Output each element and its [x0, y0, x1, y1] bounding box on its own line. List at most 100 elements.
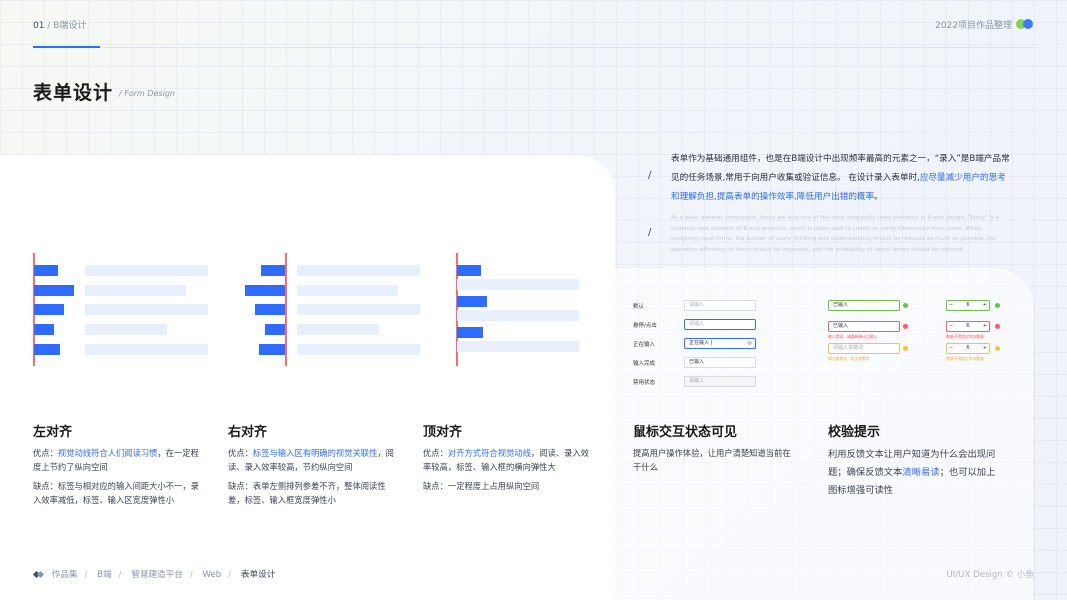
crumb-item[interactable]: B端 — [97, 570, 112, 580]
validate-input-error[interactable]: 已输入 — [828, 321, 900, 332]
demo-input — [297, 285, 398, 296]
state-input-disabled: 请输入 — [684, 376, 756, 387]
error-circle-icon — [995, 324, 1000, 329]
left-align-pros: 优点：视觉动线符合人们阅读习惯，在一定程度上节约了纵向空间 — [33, 446, 201, 474]
blue-dot-icon — [1023, 19, 1033, 29]
demo-label — [34, 304, 64, 315]
warning-circle-icon — [995, 346, 1000, 351]
demo-input — [457, 279, 579, 290]
diamond-logo-icon — [33, 571, 45, 579]
page-subtitle: / Form Design — [119, 89, 175, 98]
states-title: 鼠标交互状态可见 — [633, 425, 738, 440]
state-label: 正在输入 — [633, 342, 656, 348]
crumb-item[interactable]: 作品集 — [52, 570, 78, 580]
validate-input-success[interactable]: 已输入 — [828, 300, 900, 311]
demo-input — [85, 285, 186, 296]
section-underline — [33, 46, 100, 48]
right-align-title: 右对齐 — [228, 425, 268, 440]
demo-label — [265, 324, 285, 335]
demo-label — [245, 285, 285, 296]
demo-input — [85, 324, 167, 335]
warning-message: 数量不得超过库存数量 — [946, 356, 984, 361]
intro-slash-1: / — [648, 170, 652, 181]
demo-label — [34, 285, 74, 296]
pros-prefix: 优点： — [423, 448, 448, 458]
stepper-warning[interactable]: − 6 + — [946, 343, 990, 354]
close-circle-icon[interactable]: ⊗ — [747, 339, 752, 348]
top-align-pros: 优点：对齐方式符合视觉动线，阅读、录入效率较高，标签、输入框的横向弹性大 — [423, 446, 591, 474]
demo-label — [261, 265, 285, 276]
stepper-success[interactable]: − 6 + — [946, 300, 990, 311]
demo-label — [255, 304, 285, 315]
warning-message: 请注意格式，仅支持数字 — [828, 356, 870, 361]
crumb-separator: / — [118, 570, 122, 580]
top-align-cons: 缺点：一定程度上占用纵向空间 — [423, 481, 540, 491]
section-number: 01 — [33, 21, 45, 31]
plus-icon[interactable]: + — [983, 322, 987, 331]
state-input-default[interactable]: 请输入 — [684, 300, 756, 311]
page-title: 表单设计 — [33, 82, 114, 104]
demo-label — [259, 344, 285, 355]
crumb-separator: / — [189, 570, 193, 580]
state-input-done[interactable]: 已输入 — [684, 357, 756, 368]
section-crumb: 01 / B端设计 — [33, 18, 86, 31]
project-title: 2022项目作品整理 — [935, 21, 1012, 31]
state-label: 默认 — [633, 304, 645, 310]
top-align-demo — [456, 253, 632, 366]
pros-highlight: 视觉动线符合人们阅读习惯 — [57, 448, 158, 458]
plus-icon[interactable]: + — [983, 344, 987, 353]
demo-input — [85, 344, 208, 355]
stepper-error[interactable]: − 6 + — [946, 321, 990, 332]
crumb-item[interactable]: Web — [203, 570, 222, 580]
left-align-demo — [33, 253, 209, 366]
intro-cn: 表单作为基础通用组件，也是在B端设计中出现频率最高的元素之一，“录入”是B端产品… — [671, 150, 1011, 207]
state-input-typing[interactable]: 正在输入 | ⊗ — [684, 338, 756, 349]
footer-breadcrumb: 作品集 / B端 / 智慧建造平台 / Web / 表单设计 — [33, 568, 276, 580]
intro-slash-2: / — [648, 227, 652, 238]
top-bar: 01 / B端设计 2022项目作品整理 — [33, 0, 1034, 48]
validate-input-warning[interactable]: 请输入关键词 — [828, 343, 900, 354]
align-guide-line — [285, 253, 287, 366]
error-message: 输入错误，请重新确认后输入 — [828, 334, 878, 339]
right-align-pros: 优点：标签与输入区有明确的视觉关联性，阅读、录入效率较高，节约纵向空间 — [228, 446, 396, 474]
demo-label — [457, 265, 481, 276]
demo-input — [297, 304, 420, 315]
pros-highlight: 对齐方式符合视觉动线 — [447, 448, 531, 458]
state-label: 输入完成 — [633, 361, 656, 367]
right-align-cons: 缺点：表单左侧排列参差不齐，整体阅读性差，标签、输入框宽度弹性小 — [228, 481, 386, 505]
section-name: B端设计 — [53, 21, 87, 31]
left-align-cons: 缺点：标签与相对应的输入间距大小不一，录入效率减低，标签、输入区宽度弹性小 — [33, 481, 199, 505]
demo-label — [34, 324, 54, 335]
crumb-separator: / — [84, 570, 88, 580]
demo-label — [34, 344, 60, 355]
copyright: UI/UX Design © 小鱼 — [946, 570, 1034, 580]
validate-text-highlight: 清晰易读 — [902, 467, 940, 478]
state-input-hover[interactable]: 请输入 — [684, 319, 756, 330]
crumb-separator: / — [228, 570, 232, 580]
error-message: 数量不得超过库存数量 — [946, 334, 984, 339]
demo-input — [85, 304, 208, 315]
right-align-demo — [245, 253, 421, 366]
top-align-title: 顶对齐 — [423, 425, 463, 440]
demo-label — [457, 296, 487, 307]
crumb-current: 表单设计 — [240, 570, 276, 580]
validate-text: 利用反馈文本让用户知道为什么会出现问题；确保反馈文本清晰易读；也可以加上图标增强… — [828, 446, 998, 500]
demo-input — [457, 310, 579, 321]
demo-label — [34, 265, 58, 276]
demo-input — [297, 344, 420, 355]
demo-label — [457, 327, 483, 338]
crumb-item[interactable]: 智慧建造平台 — [131, 570, 183, 580]
demo-input — [297, 265, 420, 276]
brand-dots-icon — [1016, 19, 1034, 29]
demo-input — [297, 324, 379, 335]
left-align-title: 左对齐 — [33, 425, 73, 440]
plus-icon[interactable]: + — [983, 301, 987, 310]
warning-circle-icon — [903, 346, 908, 351]
validate-title: 校验提示 — [828, 425, 881, 440]
check-circle-icon — [903, 303, 908, 308]
state-label: 悬停/点击 — [633, 323, 657, 329]
intro-en: As a basic general component, forms are … — [671, 215, 1000, 253]
pros-highlight: 标签与输入区有明确的视觉关联性 — [252, 448, 378, 458]
states-text: 提高用户操作体验，让用户清楚知道当前在干什么 — [633, 448, 791, 472]
error-circle-icon — [903, 324, 908, 329]
